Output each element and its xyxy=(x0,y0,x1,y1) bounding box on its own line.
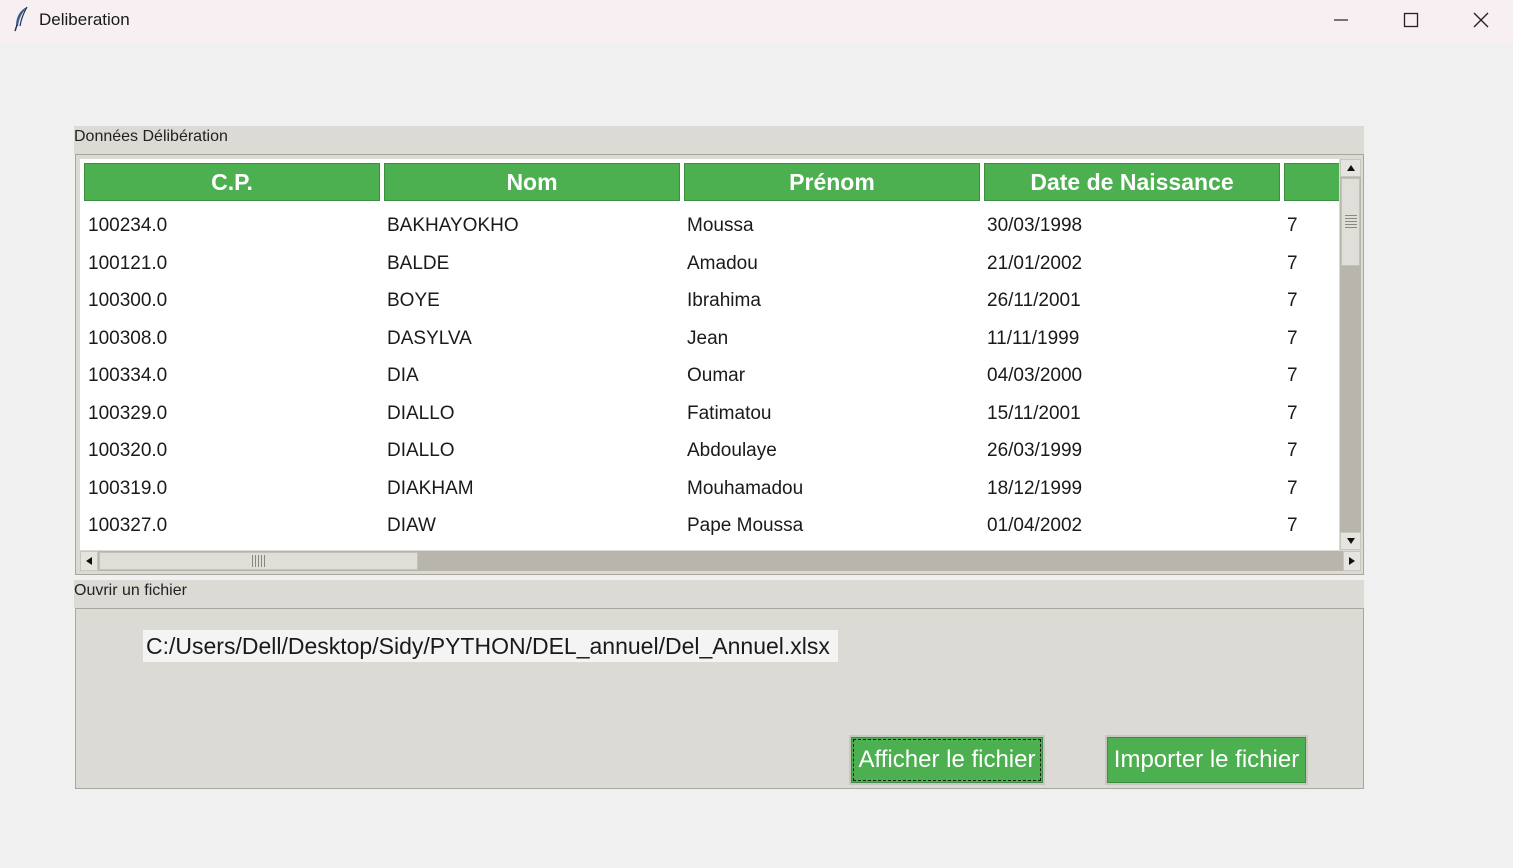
table-row[interactable]: 100320.0 DIALLO Abdoulaye 26/03/1999 7 xyxy=(80,432,1339,470)
cell-cp: 100234.0 xyxy=(88,215,168,236)
cell-prenom: Pape Moussa xyxy=(687,515,804,536)
column-header-extra[interactable] xyxy=(1283,162,1339,202)
minimize-button[interactable] xyxy=(1306,0,1376,40)
vertical-scroll-thumb[interactable] xyxy=(1341,178,1360,266)
horizontal-scroll-thumb[interactable] xyxy=(99,552,418,570)
cell-extra: 7 xyxy=(1287,290,1298,311)
table-row[interactable]: 100329.0 DIALLO Fatimatou 15/11/2001 7 xyxy=(80,395,1339,433)
cell-nom: BAKHAYOKHO xyxy=(387,215,519,236)
cell-extra: 7 xyxy=(1287,477,1298,499)
cell-nom: DIALLO xyxy=(387,402,455,424)
cell-prenom: Abdoulaye xyxy=(687,440,777,461)
table-row[interactable]: 100319.0 DIAKHAM Mouhamadou 18/12/1999 7 xyxy=(80,470,1339,508)
arrow-up-icon xyxy=(1346,165,1355,171)
file-path-field[interactable]: C:/Users/Dell/Desktop/Sidy/PYTHON/DEL_an… xyxy=(143,630,838,662)
table-row[interactable]: 100308.0 DASYLVA Jean 11/11/1999 7 xyxy=(80,320,1339,358)
cell-extra: 7 xyxy=(1287,327,1298,349)
cell-cp: 100319.0 xyxy=(88,477,168,499)
cell-date-naissance: 15/11/2001 xyxy=(987,402,1081,424)
cell-date-naissance: 21/01/2002 xyxy=(987,252,1083,274)
cell-extra: 7 xyxy=(1287,440,1298,461)
column-header-cp[interactable]: C.P. xyxy=(83,162,381,202)
deliberation-frame-label: Données Délibération xyxy=(74,126,1364,154)
table-row[interactable]: 100121.0 BALDE Amadou 21/01/2002 7 xyxy=(80,245,1339,283)
cell-prenom: Amadou xyxy=(687,252,758,274)
window-title: Deliberation xyxy=(39,10,130,29)
cell-prenom: Oumar xyxy=(687,365,746,386)
cell-nom: DIALLO xyxy=(387,440,455,461)
arrow-down-icon xyxy=(1346,538,1355,544)
cell-extra: 7 xyxy=(1287,402,1298,424)
cell-date-naissance: 01/04/2002 xyxy=(987,515,1083,536)
feather-icon xyxy=(14,6,28,32)
cell-cp: 100121.0 xyxy=(88,252,168,274)
scroll-right-button[interactable] xyxy=(1343,551,1361,571)
scroll-up-button[interactable] xyxy=(1340,159,1361,177)
cell-cp: 100329.0 xyxy=(88,402,168,424)
cell-extra: 7 xyxy=(1287,365,1298,386)
cell-cp: 100300.0 xyxy=(88,290,168,311)
cell-prenom: Moussa xyxy=(687,215,754,236)
column-header-nom[interactable]: Nom xyxy=(383,162,681,202)
cell-nom: BOYE xyxy=(387,290,440,311)
cell-extra: 7 xyxy=(1287,215,1298,236)
minimize-icon xyxy=(1334,19,1348,21)
cell-extra: 7 xyxy=(1287,252,1298,274)
table-row[interactable]: 100300.0 BOYE Ibrahima 26/11/2001 7 xyxy=(80,282,1339,320)
cell-nom: DIAKHAM xyxy=(387,477,474,499)
cell-nom: BALDE xyxy=(387,252,450,274)
import-file-button[interactable]: Importer le fichier xyxy=(1105,735,1308,785)
show-file-button[interactable]: Afficher le fichier xyxy=(849,735,1045,785)
scroll-down-button[interactable] xyxy=(1340,532,1361,550)
cell-date-naissance: 11/11/1999 xyxy=(987,327,1080,349)
cell-prenom: Ibrahima xyxy=(687,290,761,311)
cell-cp: 100320.0 xyxy=(88,440,168,461)
deliberation-table[interactable]: C.P. Nom Prénom Date de Naissance 100234… xyxy=(80,159,1339,550)
cell-date-naissance: 26/11/2001 xyxy=(987,290,1081,311)
table-row[interactable]: 100234.0 BAKHAYOKHO Moussa 30/03/1998 7 xyxy=(80,207,1339,245)
maximize-button[interactable] xyxy=(1376,0,1446,40)
cell-date-naissance: 04/03/2000 xyxy=(987,365,1083,386)
deliberation-table-frame: C.P. Nom Prénom Date de Naissance 100234… xyxy=(75,154,1364,575)
cell-extra: 7 xyxy=(1287,515,1298,536)
title-bar: Deliberation xyxy=(0,0,1513,44)
cell-prenom: Jean xyxy=(687,327,729,349)
horizontal-scrollbar[interactable] xyxy=(80,551,1361,571)
column-header-date-naissance[interactable]: Date de Naissance xyxy=(983,162,1281,202)
cell-cp: 100334.0 xyxy=(88,365,168,386)
cell-nom: DIA xyxy=(387,365,419,386)
grip-icon xyxy=(1345,215,1357,228)
scroll-left-button[interactable] xyxy=(80,551,98,571)
file-frame: C:/Users/Dell/Desktop/Sidy/PYTHON/DEL_an… xyxy=(75,608,1364,789)
cell-prenom: Fatimatou xyxy=(687,402,772,424)
column-header-prenom[interactable]: Prénom xyxy=(683,162,981,202)
cell-cp: 100308.0 xyxy=(88,327,168,349)
table-row[interactable]: 100327.0 DIAW Pape Moussa 01/04/2002 7 xyxy=(80,507,1339,545)
grip-icon xyxy=(252,555,265,567)
cell-date-naissance: 30/03/1998 xyxy=(987,215,1083,236)
cell-nom: DASYLVA xyxy=(387,327,472,349)
cell-date-naissance: 18/12/1999 xyxy=(987,477,1083,499)
cell-nom: DIAW xyxy=(387,515,436,536)
maximize-icon xyxy=(1403,12,1419,28)
file-frame-label: Ouvrir un fichier xyxy=(74,580,1364,608)
vertical-scrollbar[interactable] xyxy=(1340,159,1361,550)
cell-date-naissance: 26/03/1999 xyxy=(987,440,1083,461)
cell-prenom: Mouhamadou xyxy=(687,477,804,499)
arrow-left-icon xyxy=(86,557,92,565)
close-icon xyxy=(1473,12,1489,28)
cell-cp: 100327.0 xyxy=(88,515,168,536)
table-row[interactable]: 100334.0 DIA Oumar 04/03/2000 7 xyxy=(80,357,1339,395)
close-button[interactable] xyxy=(1446,0,1513,40)
arrow-right-icon xyxy=(1349,557,1355,565)
